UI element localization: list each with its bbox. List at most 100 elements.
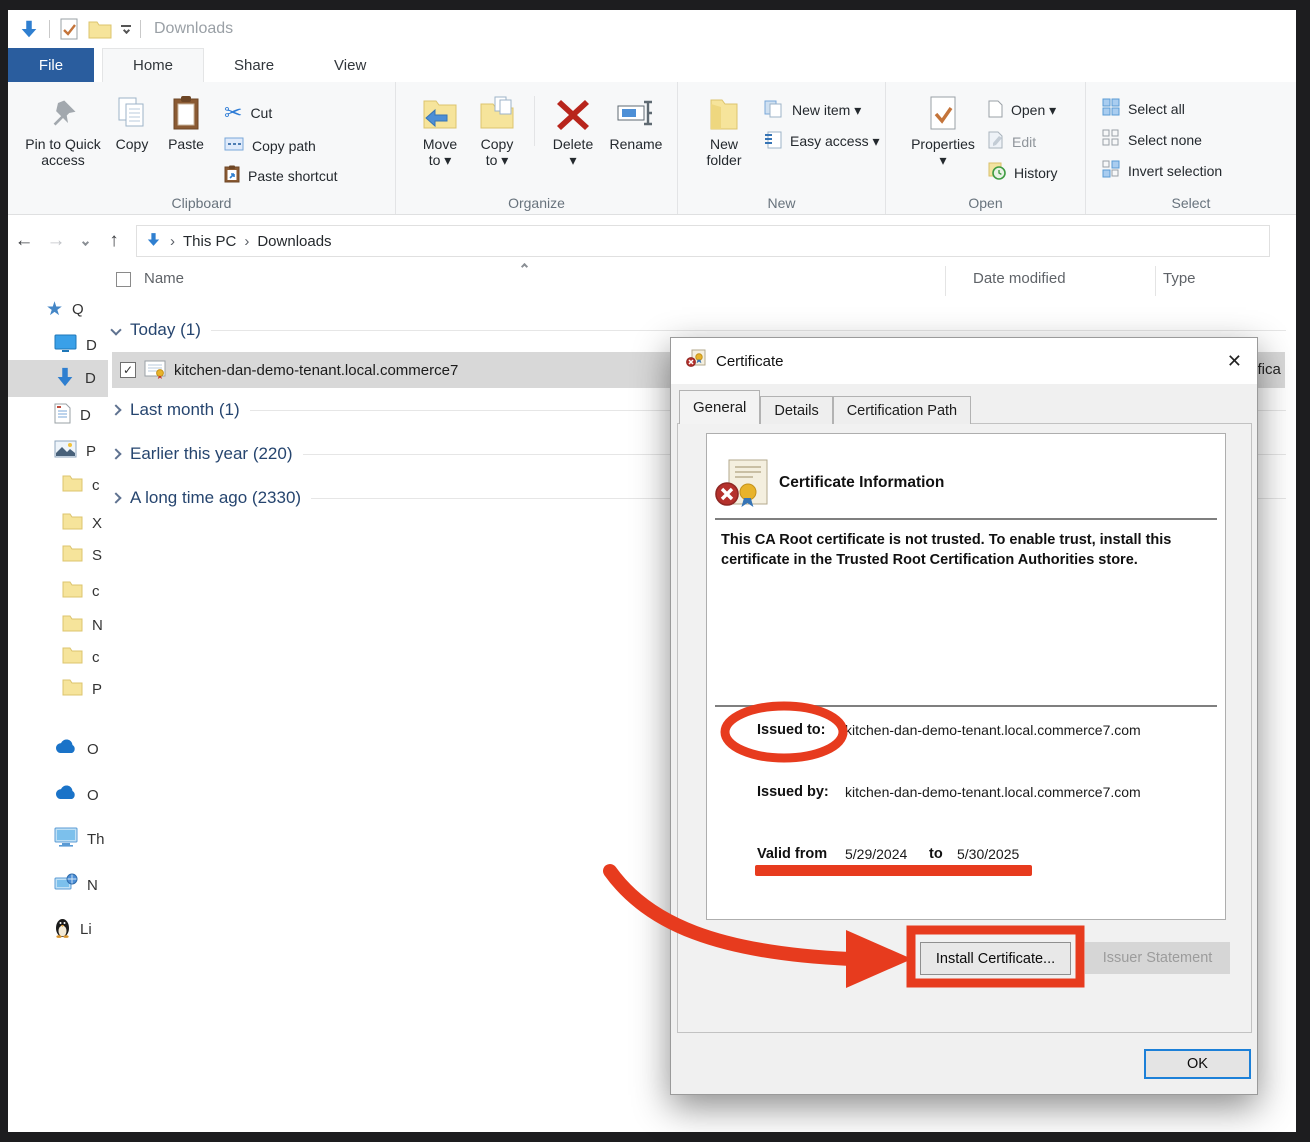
tab-view[interactable]: View: [304, 48, 396, 82]
easy-access-button[interactable]: Easy access ▾: [764, 131, 880, 152]
tab-file[interactable]: File: [8, 48, 94, 82]
paste-icon: [172, 90, 200, 136]
invert-selection-button[interactable]: Invert selection: [1102, 160, 1222, 181]
select-none-button[interactable]: Select none: [1102, 129, 1222, 150]
tab-details[interactable]: Details: [760, 396, 832, 424]
sidebar-item-linux[interactable]: Li: [8, 914, 108, 944]
certificate-file-icon: [144, 360, 166, 380]
breadcrumb-this-pc[interactable]: This PC: [183, 233, 236, 250]
ribbon-group-new: New folder New item ▾ Easy access ▾: [678, 82, 886, 214]
forward-button[interactable]: →: [40, 230, 72, 252]
dialog-title-bar[interactable]: Certificate ✕: [671, 338, 1257, 384]
folder-icon: [62, 580, 83, 602]
install-certificate-button[interactable]: Install Certificate...: [920, 942, 1071, 975]
column-divider[interactable]: [945, 266, 946, 296]
cut-button[interactable]: ✂ Cut: [224, 100, 338, 126]
ribbon-group-organize: Move to ▾ Copy to ▾: [396, 82, 678, 214]
sidebar-item-onedrive[interactable]: O: [8, 734, 108, 764]
select-all-checkbox[interactable]: [116, 272, 131, 287]
edit-icon: [988, 131, 1004, 152]
back-button[interactable]: ←: [8, 230, 40, 252]
copy-path-button[interactable]: Copy path: [224, 136, 338, 155]
downloads-window-icon: [18, 18, 40, 40]
issued-by-value: kitchen-dan-demo-tenant.local.commerce7.…: [845, 784, 1141, 800]
properties-qat-icon[interactable]: [59, 18, 79, 40]
address-bar: ← → ↑ › This PC › Downloads: [8, 222, 1296, 260]
rename-button[interactable]: Rename: [603, 90, 669, 168]
select-all-button[interactable]: Select all: [1102, 98, 1222, 119]
breadcrumb-downloads[interactable]: Downloads: [257, 233, 331, 250]
close-icon[interactable]: ✕: [1227, 351, 1242, 372]
sidebar-item-folder[interactable]: P: [8, 674, 108, 704]
sidebar-item-quick-access[interactable]: ★Q: [8, 294, 108, 324]
properties-button[interactable]: Properties ▾: [908, 90, 978, 183]
sidebar-item-folder[interactable]: X: [8, 508, 108, 538]
sidebar-item-folder[interactable]: c: [8, 642, 108, 672]
edit-button[interactable]: Edit: [988, 131, 1058, 152]
group-rule: [211, 330, 1286, 331]
sidebar-item-this-pc[interactable]: Th: [8, 824, 108, 854]
paste-shortcut-button[interactable]: Paste shortcut: [224, 165, 338, 186]
sidebar-item-folder[interactable]: c: [8, 470, 108, 500]
paste-button[interactable]: Paste: [158, 90, 214, 186]
pin-to-quick-access-button[interactable]: Pin to Quick access: [20, 90, 106, 186]
move-to-button[interactable]: Move to ▾: [412, 90, 468, 168]
chevron-right-icon: [110, 404, 121, 415]
issued-by-label: Issued by:: [757, 784, 829, 800]
copy-button[interactable]: Copy: [106, 90, 158, 186]
copy-to-button[interactable]: Copy to ▾: [468, 90, 526, 168]
onedrive-cloud-icon: [54, 785, 78, 805]
column-header-name[interactable]: Name: [144, 270, 184, 287]
group-label-clipboard: Clipboard: [8, 195, 395, 211]
copy-icon: [116, 90, 148, 136]
sidebar-item-folder[interactable]: S: [8, 540, 108, 570]
issued-to-label: Issued to:: [757, 722, 825, 738]
recent-locations-dropdown[interactable]: [72, 232, 98, 250]
customize-toolbar-icon[interactable]: [121, 25, 131, 33]
group-label-open: Open: [886, 195, 1085, 211]
issuer-statement-button[interactable]: Issuer Statement: [1085, 942, 1230, 974]
column-header-type[interactable]: Type: [1163, 270, 1196, 287]
address-box[interactable]: › This PC › Downloads: [136, 225, 1270, 257]
delete-button[interactable]: Delete ▾: [543, 90, 603, 168]
sort-ascending-icon[interactable]: [521, 263, 528, 270]
sidebar-item-desktop[interactable]: D: [8, 330, 108, 360]
sidebar-item-folder[interactable]: N: [8, 610, 108, 640]
sidebar-item-documents[interactable]: D: [8, 400, 108, 430]
new-item-button[interactable]: New item ▾: [764, 100, 880, 121]
folder-icon: [62, 474, 83, 496]
sidebar-item-onedrive[interactable]: O: [8, 780, 108, 810]
history-button[interactable]: History: [988, 162, 1058, 183]
column-divider[interactable]: [1155, 266, 1156, 296]
easy-access-icon: [764, 131, 782, 152]
column-header-date-modified[interactable]: Date modified: [973, 270, 1066, 287]
tab-general[interactable]: General: [679, 390, 760, 424]
onedrive-cloud-icon: [54, 739, 78, 759]
certificate-dialog: Certificate ✕ General Details Certificat…: [670, 337, 1258, 1095]
sidebar-item-network[interactable]: N: [8, 870, 108, 900]
new-folder-qat-icon[interactable]: [88, 19, 112, 39]
tab-certification-path[interactable]: Certification Path: [833, 396, 971, 424]
row-checkbox-checked[interactable]: ✓: [120, 362, 136, 378]
paste-shortcut-icon: [224, 165, 240, 186]
folder-icon: [62, 678, 83, 700]
linux-penguin-icon: [54, 917, 71, 942]
sidebar-item-downloads[interactable]: D: [8, 360, 108, 397]
copy-to-icon: [479, 90, 515, 136]
desktop-monitor-icon: [54, 334, 77, 357]
sidebar-item-folder[interactable]: c: [8, 576, 108, 606]
sidebar-item-pictures[interactable]: P: [8, 436, 108, 466]
tab-home[interactable]: Home: [102, 48, 204, 82]
open-icon: [988, 100, 1003, 121]
screenshot-stage: Downloads File Home Share View Pin to Qu…: [0, 0, 1310, 1142]
location-icon: [145, 231, 162, 252]
ok-button[interactable]: OK: [1144, 1049, 1251, 1079]
open-button[interactable]: Open ▾: [988, 100, 1058, 121]
new-folder-button[interactable]: New folder: [696, 90, 752, 168]
breadcrumb-separator: ›: [244, 233, 249, 250]
issued-to-row: Issued to: kitchen-dan-demo-tenant.local…: [707, 722, 1225, 744]
new-folder-icon: [708, 90, 740, 136]
certificate-info-panel: Certificate Information This CA Root cer…: [706, 433, 1226, 920]
up-button[interactable]: ↑: [98, 230, 130, 252]
tab-share[interactable]: Share: [204, 48, 304, 82]
